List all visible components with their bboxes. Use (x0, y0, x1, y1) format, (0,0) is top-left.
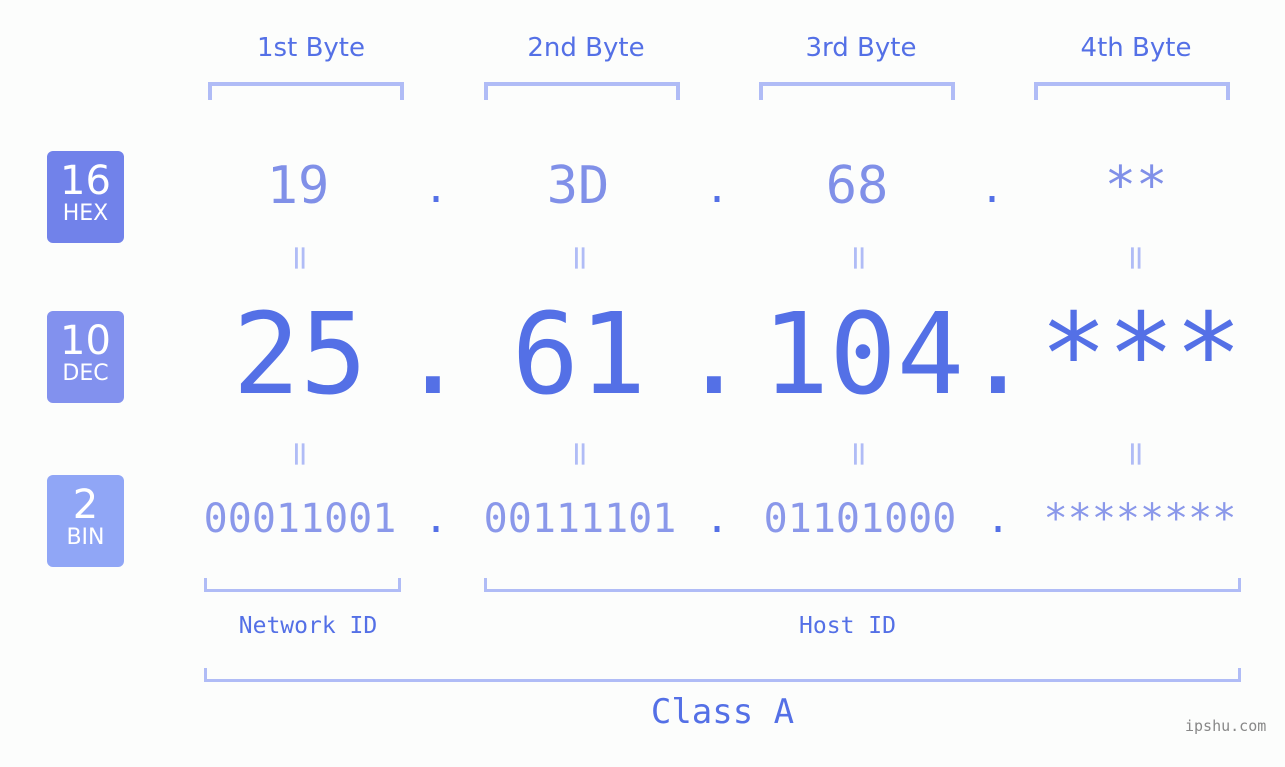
class-label: Class A (650, 692, 795, 732)
bin-separator: . (704, 496, 730, 542)
bin-badge: 2 BIN (47, 475, 124, 567)
equals-sign: = (839, 439, 879, 469)
network-id-label: Network ID (238, 613, 378, 639)
equals-sign: = (560, 439, 600, 469)
dec-badge: 10 DEC (47, 311, 124, 403)
watermark: ipshu.com (1185, 717, 1267, 735)
equals-sign: = (560, 243, 600, 273)
hex-badge-base: 16 (60, 158, 111, 204)
hex-badge: 16 HEX (47, 151, 124, 243)
bin-value-3: 01101000 (763, 496, 957, 542)
byte-bracket-1 (208, 82, 404, 100)
bin-separator: . (985, 496, 1011, 542)
byte-header-3: 3rd Byte (805, 33, 917, 63)
dec-value-1: 25 (232, 290, 368, 420)
dec-value-4: *** (1039, 290, 1243, 420)
hex-separator: . (423, 166, 449, 212)
dec-separator: . (680, 290, 748, 420)
byte-header-4: 4th Byte (1080, 33, 1192, 63)
byte-header-1: 1st Byte (257, 33, 365, 63)
bin-value-4: ******** (1043, 496, 1237, 542)
equals-sign: = (1116, 439, 1156, 469)
hex-value-2: 3D (546, 156, 610, 216)
hex-badge-label: HEX (62, 201, 109, 226)
equals-sign: = (839, 243, 879, 273)
equals-sign: = (280, 243, 320, 273)
bin-badge-label: BIN (66, 525, 105, 550)
hex-value-3: 68 (825, 156, 889, 216)
equals-sign: = (1116, 243, 1156, 273)
bin-value-2: 00111101 (483, 496, 677, 542)
byte-bracket-3 (759, 82, 955, 100)
byte-header-2: 2nd Byte (527, 33, 645, 63)
dec-separator: . (399, 290, 467, 420)
hex-value-1: 19 (266, 156, 330, 216)
dec-badge-base: 10 (60, 318, 111, 364)
bin-value-1: 00011001 (203, 496, 397, 542)
equals-sign: = (280, 439, 320, 469)
host-id-label: Host ID (799, 613, 896, 639)
bin-badge-base: 2 (72, 482, 99, 528)
hex-separator: . (979, 166, 1005, 212)
class-bracket (204, 668, 1241, 682)
dec-badge-label: DEC (62, 361, 109, 386)
network-id-bracket (204, 578, 401, 592)
dec-value-3: 104 (761, 290, 965, 420)
byte-bracket-2 (484, 82, 680, 100)
hex-separator: . (704, 166, 730, 212)
dec-separator: . (964, 290, 1032, 420)
dec-value-2: 61 (511, 290, 647, 420)
hex-value-4: ** (1104, 156, 1168, 216)
byte-bracket-4 (1034, 82, 1230, 100)
bin-separator: . (423, 496, 449, 542)
host-id-bracket (484, 578, 1241, 592)
